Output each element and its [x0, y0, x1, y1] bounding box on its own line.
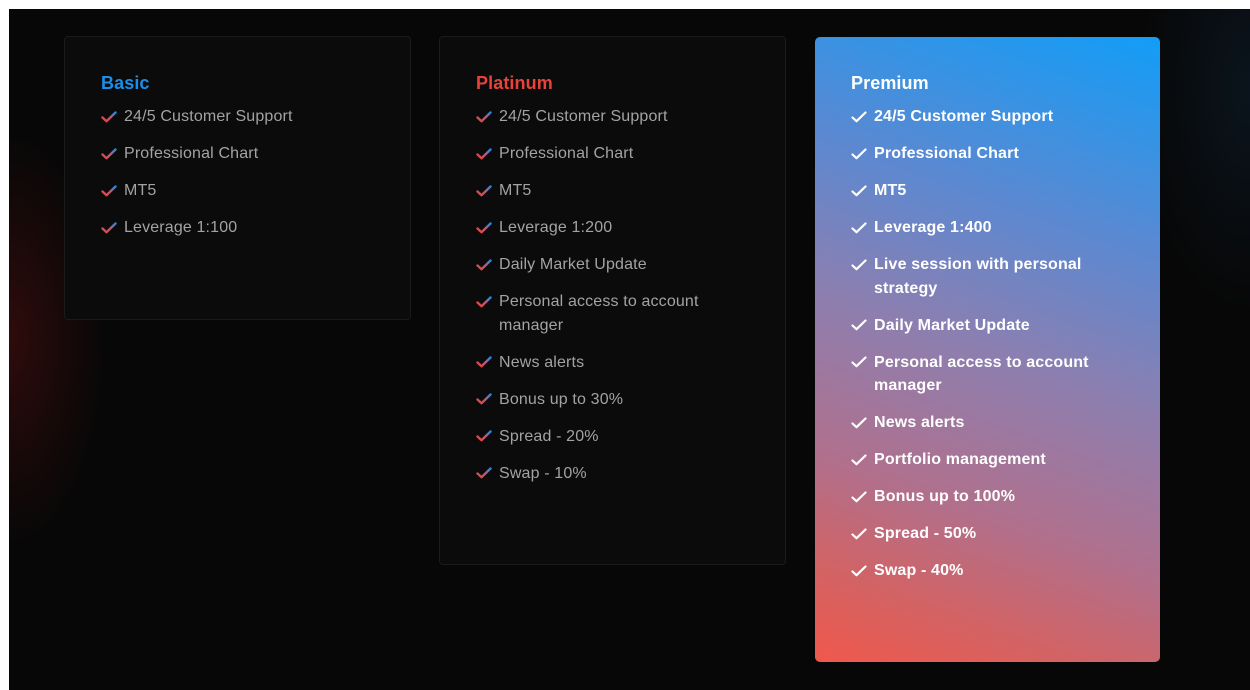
feature-label: Personal access to account manager [499, 293, 699, 334]
feature-item: 24/5 Customer Support [851, 105, 1125, 129]
feature-label: Daily Market Update [874, 316, 1030, 334]
check-icon [851, 142, 871, 165]
check-icon [101, 105, 121, 128]
feature-label: Bonus up to 30% [499, 390, 624, 408]
check-icon [476, 351, 496, 374]
feature-label: Spread - 50% [874, 525, 977, 542]
check-icon [851, 314, 871, 337]
feature-label: Swap - 40% [874, 562, 964, 579]
feature-item: Professional Chart [101, 142, 375, 166]
check-icon [851, 105, 871, 128]
feature-item: Daily Market Update [851, 314, 1125, 338]
feature-label: Swap - 10% [499, 464, 587, 482]
plan-title: Basic [101, 73, 150, 93]
feature-label: Leverage 1:100 [124, 219, 238, 236]
feature-label: Portfolio management [874, 451, 1046, 468]
feature-item: Spread - 50% [851, 522, 1125, 546]
plan-card-premium[interactable]: Premium 24/5 Customer Support Professiona… [815, 37, 1160, 662]
feature-label: Spread - 20% [499, 427, 599, 445]
feature-list: 24/5 Customer Support Professional Chart M… [101, 105, 375, 240]
check-icon [851, 559, 871, 582]
feature-item: Spread - 20% [476, 425, 750, 449]
check-icon [851, 411, 871, 434]
feature-label: 24/5 Customer Support [499, 108, 668, 125]
check-icon [476, 142, 496, 165]
feature-item: Professional Chart [851, 142, 1125, 166]
check-icon [101, 216, 121, 239]
feature-item: News alerts [476, 351, 750, 375]
check-icon [476, 462, 496, 485]
plan-card-basic[interactable]: Basic 24/5 Customer Support Professional … [64, 36, 411, 320]
feature-label: Live session with personal strategy [874, 256, 1082, 297]
feature-item: Portfolio management [851, 448, 1125, 472]
check-icon [851, 485, 871, 508]
feature-item: 24/5 Customer Support [101, 105, 375, 129]
feature-item: Personal access to account manager [476, 290, 750, 337]
feature-list: 24/5 Customer Support Professional Chart M… [851, 105, 1125, 583]
feature-label: News alerts [499, 353, 585, 371]
check-icon [101, 179, 121, 202]
feature-label: Daily Market Update [499, 256, 647, 273]
check-icon [476, 388, 496, 411]
feature-item: Daily Market Update [476, 253, 750, 277]
feature-item: Bonus up to 30% [476, 388, 750, 412]
pricing-section: Basic 24/5 Customer Support Professional … [9, 9, 1250, 690]
feature-label: Professional Chart [499, 145, 634, 162]
plan-title: Premium [851, 73, 929, 93]
check-icon [476, 425, 496, 448]
plan-title: Platinum [476, 73, 553, 93]
check-icon [476, 105, 496, 128]
feature-item: MT5 [101, 179, 375, 203]
feature-item: Professional Chart [476, 142, 750, 166]
check-icon [851, 522, 871, 545]
feature-item: Swap - 40% [851, 559, 1125, 583]
feature-label: 24/5 Customer Support [874, 108, 1054, 125]
feature-label: MT5 [124, 182, 157, 199]
plan-card-platinum[interactable]: Platinum 24/5 Customer Support Profession… [439, 36, 786, 565]
feature-label: News alerts [874, 414, 965, 431]
feature-label: Personal access to account manager [874, 353, 1089, 395]
feature-label: Professional Chart [124, 145, 259, 162]
feature-label: 24/5 Customer Support [124, 108, 293, 125]
feature-item: Personal access to account manager [851, 351, 1125, 398]
check-icon [476, 216, 496, 239]
check-icon [476, 290, 496, 313]
feature-item: Bonus up to 100% [851, 485, 1125, 509]
check-icon [851, 216, 871, 239]
feature-label: MT5 [499, 182, 532, 199]
feature-item: MT5 [476, 179, 750, 203]
feature-label: MT5 [874, 182, 907, 199]
feature-item: Leverage 1:200 [476, 216, 750, 240]
feature-item: 24/5 Customer Support [476, 105, 750, 129]
feature-item: MT5 [851, 179, 1125, 203]
feature-item: Live session with personal strategy [851, 253, 1125, 300]
feature-label: Leverage 1:400 [874, 219, 992, 236]
check-icon [851, 448, 871, 471]
check-icon [476, 253, 496, 276]
feature-item: News alerts [851, 411, 1125, 435]
feature-item: Leverage 1:100 [101, 216, 375, 240]
check-icon [101, 142, 121, 165]
check-icon [851, 351, 871, 374]
check-icon [851, 179, 871, 202]
check-icon [851, 253, 871, 276]
feature-item: Leverage 1:400 [851, 216, 1125, 240]
feature-label: Leverage 1:200 [499, 219, 613, 236]
check-icon [476, 179, 496, 202]
feature-item: Swap - 10% [476, 462, 750, 486]
feature-label: Bonus up to 100% [874, 488, 1016, 505]
feature-label: Professional Chart [874, 145, 1019, 162]
feature-list: 24/5 Customer Support Professional Chart M… [476, 105, 750, 485]
